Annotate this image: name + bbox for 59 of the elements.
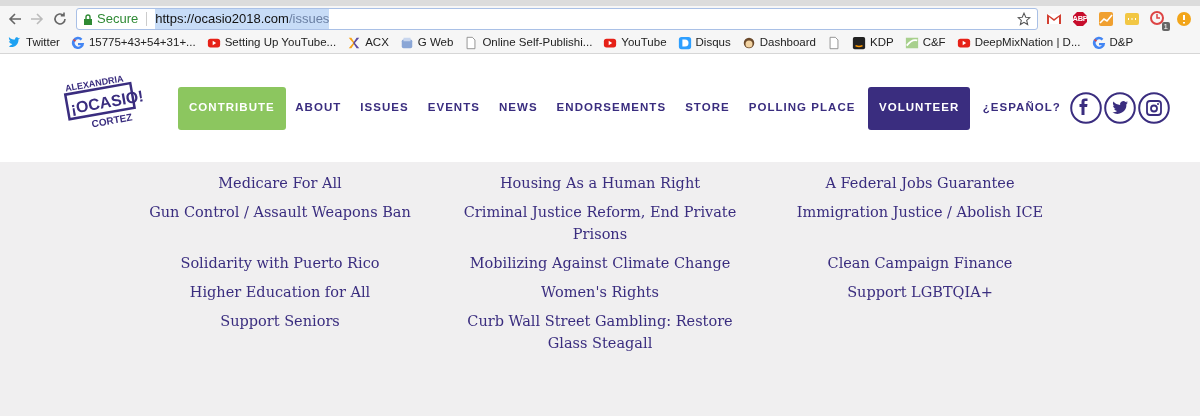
bookmark[interactable]: Setting Up YouTube...	[206, 33, 337, 52]
nav-link[interactable]: ¿ESPAÑOL?	[973, 86, 1071, 130]
nav-button[interactable]: VOLUNTEER	[868, 86, 971, 130]
issue-link[interactable]: Housing As a Human Right	[499, 172, 701, 194]
bookmark[interactable]: Dashboard	[741, 33, 816, 52]
issue-link[interactable]: Clean Campaign Finance	[827, 252, 1013, 274]
url-text: https://ocasio2018.com/issues	[155, 9, 330, 29]
issue-link[interactable]: A Federal Jobs Guarantee	[825, 172, 1015, 194]
bird-icon[interactable]	[1104, 92, 1137, 124]
bookmark[interactable]: Online Self-Publishi...	[464, 33, 593, 52]
d-square-icon	[677, 35, 692, 50]
monkey-head-icon	[741, 35, 756, 50]
address-bar[interactable]: Secure https://ocasio2018.com/issues	[76, 8, 1038, 30]
bookmark[interactable]: ACX	[347, 33, 389, 52]
x-mark-icon	[347, 35, 362, 50]
facebook-icon[interactable]	[1070, 92, 1103, 124]
issue-link[interactable]: Support Seniors	[220, 310, 340, 354]
issue-link[interactable]: Medicare For All	[218, 172, 342, 194]
issue-link[interactable]: Women's Rights	[541, 281, 659, 303]
back-icon[interactable]	[8, 12, 22, 26]
nav-link[interactable]: ISSUES	[350, 86, 419, 130]
bookmark[interactable]: DeepMixNation | D...	[956, 33, 1081, 52]
dots-button[interactable]	[1124, 11, 1140, 27]
nav-link[interactable]: ENDORSEMENTS	[547, 86, 676, 130]
bookmark[interactable]: G Web	[399, 33, 454, 52]
badge-count: 1	[1161, 22, 1170, 31]
issue-link[interactable]: Mobilizing Against Climate Change	[469, 252, 731, 274]
issue-link[interactable]: Higher Education for All	[189, 281, 371, 303]
bookmark[interactable]: C&F	[904, 33, 946, 52]
nav-link[interactable]: ABOUT	[285, 86, 351, 130]
bookmark[interactable]: Disqus	[677, 33, 731, 52]
lock-icon	[83, 13, 93, 25]
bookmark[interactable]: Twitter	[8, 33, 60, 52]
g-logo-icon	[70, 35, 85, 50]
camera-icon[interactable]	[1138, 92, 1171, 124]
page-icon	[826, 35, 841, 50]
issue-link[interactable]: Criminal Justice Reform, End Private Prisons	[450, 201, 750, 245]
leaf-icon	[904, 35, 919, 50]
bookmark[interactable]: YouTube	[603, 33, 667, 52]
issue-link[interactable]: Immigration Justice / Abolish ICE	[796, 201, 1044, 245]
nav-link[interactable]: POLLING PLACE	[739, 86, 865, 130]
issue-link[interactable]: Solidarity with Puerto Rico	[180, 252, 380, 274]
star-icon[interactable]	[1017, 12, 1031, 26]
nav-link[interactable]: NEWS	[489, 86, 548, 130]
box-icon	[851, 35, 866, 50]
bookmark[interactable]: KDP	[851, 33, 894, 52]
security-label: Secure	[97, 10, 139, 29]
nav-link[interactable]: STORE	[675, 86, 740, 130]
page-icon	[464, 35, 479, 50]
bookmark[interactable]: D&P	[1091, 33, 1134, 52]
g-logo-icon	[1091, 35, 1106, 50]
bird-icon	[8, 35, 22, 50]
issue-link[interactable]: Curb Wall Street Gambling: Restore Glass Steagall	[450, 310, 750, 354]
reload-icon[interactable]	[52, 11, 68, 27]
nav-link[interactable]: EVENTS	[418, 86, 490, 130]
issue-link[interactable]: Support LGBTQIA+	[847, 281, 993, 303]
issue-link[interactable]: Gun Control / Assault Weapons Ban	[149, 201, 411, 245]
mail-button[interactable]	[1046, 11, 1062, 27]
bookmark[interactable]: 15775+43+54+31+...	[70, 33, 196, 52]
